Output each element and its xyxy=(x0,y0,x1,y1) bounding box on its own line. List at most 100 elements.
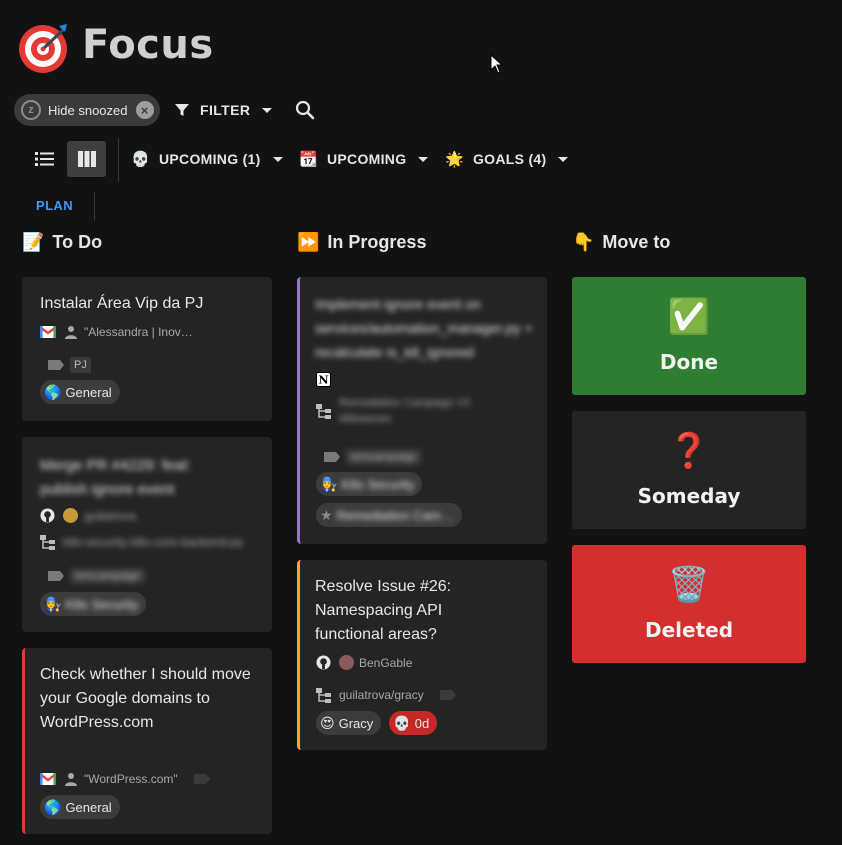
board-view-button[interactable] xyxy=(67,141,106,177)
done-label: Done xyxy=(659,350,719,374)
plan-divider xyxy=(94,192,95,220)
move-to-done-button[interactable]: ✅ Done xyxy=(572,277,806,395)
notion-icon: N xyxy=(316,372,331,392)
author-name: guilatrova xyxy=(84,508,137,523)
task-email-meta: "WordPress.com" xyxy=(40,772,210,786)
goals-menu[interactable]: 🌟 GOALS (4) xyxy=(445,146,569,172)
repo-tree-icon xyxy=(40,535,55,550)
tag-chip[interactable]: remcampaign xyxy=(70,568,145,584)
label-icon xyxy=(193,774,210,784)
hide-snoozed-chip[interactable]: z Hide snoozed × xyxy=(14,94,160,126)
someday-label: Someday xyxy=(637,484,741,508)
trash-icon: 🗑️ xyxy=(667,566,711,604)
chevron-down-icon xyxy=(418,156,429,162)
due-chip[interactable]: 💀 0d xyxy=(389,711,438,735)
tag-chip[interactable]: PJ xyxy=(70,357,91,373)
skull-icon: 💀 xyxy=(393,714,411,731)
task-project-meta: Remediation Campaign V2 Milestones xyxy=(316,395,536,427)
pointing-down-icon: 👇 xyxy=(572,232,595,252)
task-card[interactable]: Resolve Issue #26: Namespacing API funct… xyxy=(297,560,547,750)
goals-label: GOALS (4) xyxy=(472,151,547,167)
filter-button[interactable]: FILTER xyxy=(174,98,273,122)
subgoal-label: Remediation Cam… xyxy=(336,507,454,523)
label-icon xyxy=(324,452,340,462)
goal-chip[interactable]: 🌎 General xyxy=(40,380,120,404)
task-tags: PJ xyxy=(48,357,91,373)
list-view-button[interactable] xyxy=(28,141,62,177)
star-icon: ★ xyxy=(320,506,333,523)
task-card[interactable]: Instalar Área Vip da PJ "Alessandra | In… xyxy=(22,277,272,421)
goal-label: Gracy xyxy=(338,715,374,731)
chevron-down-icon xyxy=(558,156,569,162)
task-title: Implement ignore event on services/autom… xyxy=(315,296,533,360)
task-repo-meta: k8s-security-k8s-core-backend-py xyxy=(40,534,265,550)
check-mark-icon: ✅ xyxy=(667,298,711,336)
list-view-icon xyxy=(35,152,54,166)
tag-chip[interactable]: remcampaign xyxy=(346,449,421,465)
question-mark-icon: ❓ xyxy=(667,432,711,470)
author-avatar xyxy=(63,508,78,523)
board-view-icon xyxy=(77,151,96,167)
search-icon[interactable] xyxy=(294,99,316,121)
author-avatar xyxy=(339,655,354,670)
upcoming-menu[interactable]: 📆 UPCOMING xyxy=(299,146,429,172)
label-icon xyxy=(48,360,64,370)
repo-tree-icon xyxy=(316,688,331,703)
plan-button[interactable]: PLAN xyxy=(36,198,73,213)
deleted-label: Deleted xyxy=(644,618,734,642)
task-email-meta: "Alessandra | Inov… xyxy=(40,325,193,339)
task-tags: remcampaign xyxy=(48,568,145,584)
task-github-meta: guilatrova xyxy=(40,508,136,523)
goal-chip[interactable]: 😍 Gracy xyxy=(316,711,382,735)
task-tags: remcampaign xyxy=(324,449,421,465)
task-github-meta: BenGable xyxy=(316,655,412,670)
move-to-deleted-button[interactable]: 🗑️ Deleted xyxy=(572,545,806,663)
hide-snoozed-label: Hide snoozed xyxy=(48,102,128,118)
move-to-title-text: Move to xyxy=(602,232,671,252)
upcoming-overdue-menu[interactable]: 💀 UPCOMING (1) xyxy=(131,146,283,172)
todo-title-text: To Do xyxy=(52,232,103,252)
mechanic-icon: 👩‍🔧 xyxy=(320,475,338,492)
star-icon: 🌟 xyxy=(445,151,464,168)
snooze-icon: z xyxy=(21,100,41,120)
goal-chip[interactable]: 👩‍🔧 K8s Security xyxy=(40,592,147,616)
in-progress-column-title: ⏩ In Progress xyxy=(297,232,426,253)
skull-icon: 💀 xyxy=(131,151,150,168)
upcoming-label: UPCOMING xyxy=(326,151,407,167)
goal-label: K8s Security xyxy=(341,476,415,492)
filter-label: FILTER xyxy=(200,102,251,118)
memo-icon: 📝 xyxy=(22,232,45,252)
task-chips: 😍 Gracy 💀 0d xyxy=(316,711,438,735)
app-title: Focus xyxy=(82,22,214,68)
fast-forward-icon: ⏩ xyxy=(297,232,320,252)
task-card[interactable]: Merge PR #4229: feat: publish ignore eve… xyxy=(22,437,272,632)
mouse-cursor-icon xyxy=(490,54,504,74)
task-repo-meta: guilatrova/gracy xyxy=(316,687,456,703)
label-icon xyxy=(48,571,64,581)
due-label: 0d xyxy=(414,715,430,731)
goal-chip[interactable]: 🌎 General xyxy=(40,795,120,819)
task-card[interactable]: Implement ignore event on services/autom… xyxy=(297,277,547,544)
move-to-column-title: 👇 Move to xyxy=(572,232,670,253)
goal-chip[interactable]: 👩‍🔧 K8s Security xyxy=(316,472,423,496)
globe-icon: 🌎 xyxy=(44,383,62,400)
task-title: Merge PR #4229: feat: publish ignore eve… xyxy=(40,457,191,498)
svg-text:N: N xyxy=(318,374,328,387)
move-to-someday-button[interactable]: ❓ Someday xyxy=(572,411,806,529)
project-name: Remediation Campaign V2 Milestones xyxy=(339,397,471,425)
github-icon xyxy=(316,655,331,670)
upcoming-overdue-label: UPCOMING (1) xyxy=(158,151,261,167)
filter-icon xyxy=(175,104,189,116)
task-title: Resolve Issue #26: Namespacing API funct… xyxy=(315,578,452,643)
heart-eyes-icon: 😍 xyxy=(320,714,335,731)
chip-close-icon[interactable]: × xyxy=(135,101,154,119)
task-title: Instalar Área Vip da PJ xyxy=(40,295,204,312)
subgoal-chip[interactable]: ★ Remediation Cam… xyxy=(316,503,462,527)
goal-label: General xyxy=(65,799,112,815)
person-icon xyxy=(65,773,77,786)
chevron-down-icon xyxy=(272,156,283,162)
repo-name: guilatrova/gracy xyxy=(339,688,424,702)
task-card[interactable]: Check whether I should move your Google … xyxy=(22,648,272,834)
target-logo-icon xyxy=(19,24,67,73)
todo-column-title: 📝 To Do xyxy=(22,232,102,253)
